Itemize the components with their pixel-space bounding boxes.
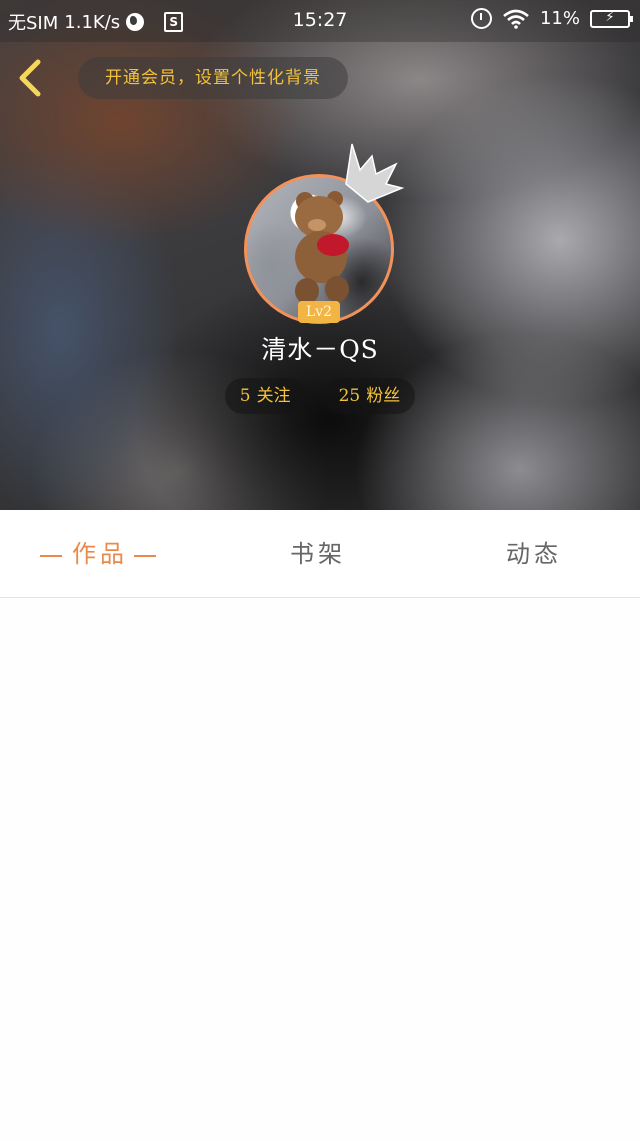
tab-content-area [0,598,640,1141]
profile-tabs: 作品 书架 动态 [0,510,640,598]
wifi-icon [503,9,529,29]
tab-bookshelf-label: 书架 [290,540,346,568]
tab-bookshelf[interactable]: 书架 [290,510,346,598]
followers-label: 粉丝 [366,386,401,406]
followers-count: 25 [338,386,361,406]
profile-page: 无SIM 1.1K/s S 15:27 11% ⚡ 开通会员，设置个性化背景 L… [0,0,640,1141]
status-bar: 无SIM 1.1K/s S 15:27 11% ⚡ [0,0,640,42]
battery-percent: 11% [539,8,580,29]
tab-works-label: 作品 [72,540,128,568]
vip-background-banner[interactable]: 开通会员，设置个性化背景 [78,57,348,99]
active-tab-indicator-left [40,554,62,557]
profile-header: 无SIM 1.1K/s S 15:27 11% ⚡ 开通会员，设置个性化背景 L… [0,0,640,510]
following-count: 5 [239,386,251,406]
level-badge: Lv2 [298,301,340,323]
chevron-left-icon [19,59,41,97]
alarm-icon [470,8,492,29]
avatar-container: Lv2 [244,143,405,324]
tab-activity[interactable]: 动态 [506,510,562,598]
active-tab-indicator-right [134,554,156,557]
following-count-button[interactable]: 5 关注 [224,378,306,414]
battery-charging-icon: ⚡ [590,9,633,28]
status-right: 11% ⚡ [470,8,633,29]
crown-icon [345,143,405,203]
tab-works[interactable]: 作品 [40,510,156,598]
teddy-bear-photo [295,191,349,304]
followers-count-button[interactable]: 25 粉丝 [323,378,416,414]
username: 清水－QS [261,335,379,364]
following-label: 关注 [256,386,291,406]
profile-stats: 5 关注 25 粉丝 [0,378,640,414]
tab-activity-label: 动态 [506,540,562,568]
back-button[interactable] [14,56,50,100]
